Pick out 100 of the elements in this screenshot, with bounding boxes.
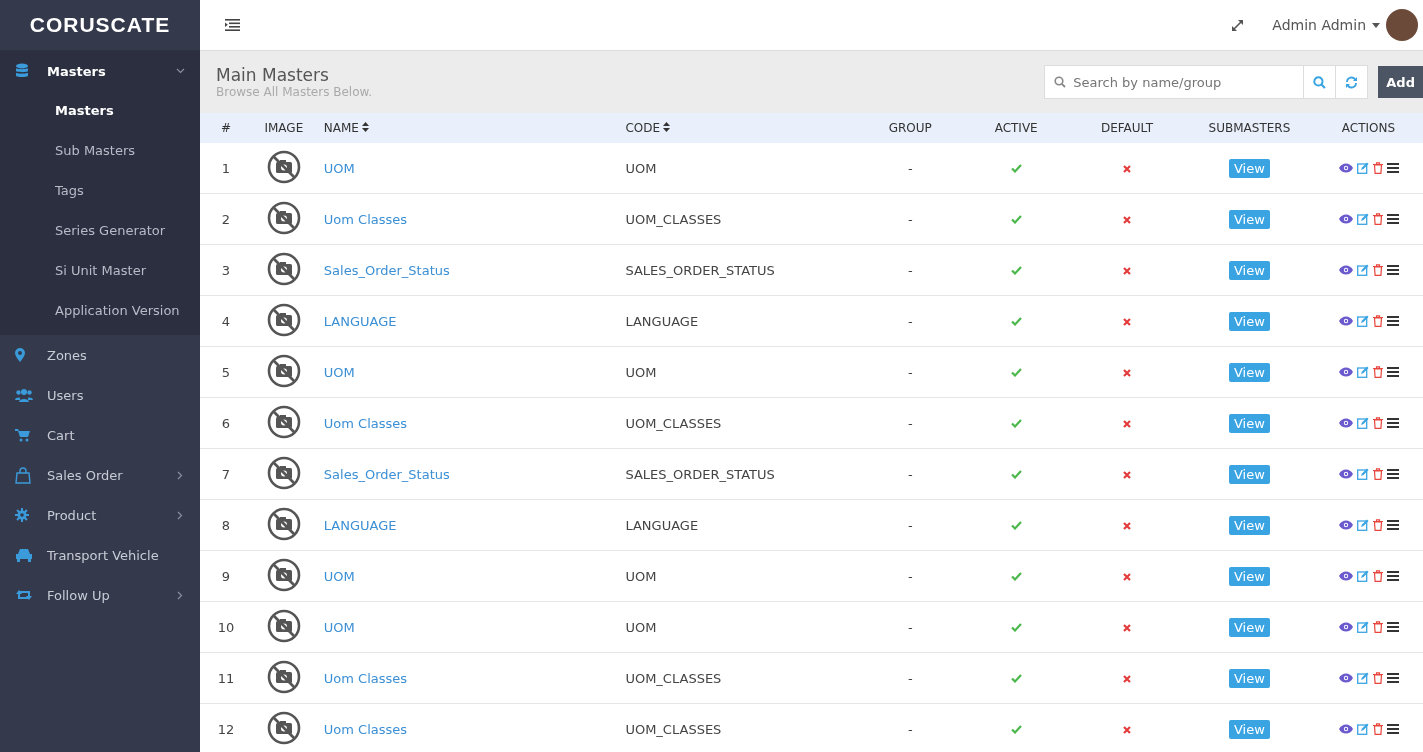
- sidebar-item[interactable]: Cart: [0, 415, 200, 455]
- edit-icon[interactable]: [1356, 570, 1369, 582]
- submenu-item[interactable]: Sub Masters: [0, 131, 200, 171]
- eye-icon[interactable]: [1338, 724, 1353, 734]
- menu-icon[interactable]: [1386, 469, 1399, 479]
- view-button[interactable]: View: [1229, 566, 1270, 586]
- view-button[interactable]: View: [1229, 158, 1270, 178]
- eye-icon[interactable]: [1338, 418, 1353, 428]
- sort-icon[interactable]: [663, 122, 671, 132]
- view-button[interactable]: View: [1229, 413, 1270, 433]
- view-button[interactable]: View: [1229, 311, 1270, 331]
- edit-icon[interactable]: [1356, 213, 1369, 225]
- view-button[interactable]: View: [1229, 719, 1270, 739]
- edit-icon[interactable]: [1356, 264, 1369, 276]
- menu-icon[interactable]: [1386, 214, 1399, 224]
- name-link[interactable]: LANGUAGE: [323, 517, 397, 533]
- eye-icon[interactable]: [1338, 469, 1353, 479]
- trash-icon[interactable]: [1372, 162, 1383, 174]
- search-field[interactable]: Search by name/group: [1044, 65, 1305, 99]
- sidebar-item[interactable]: Sales Order: [0, 455, 200, 495]
- sort-icon[interactable]: [361, 122, 369, 132]
- edit-icon[interactable]: [1356, 162, 1369, 174]
- edit-icon[interactable]: [1356, 672, 1369, 684]
- submenu-item[interactable]: Si Unit Master: [0, 251, 200, 291]
- sidebar-item[interactable]: Masters: [0, 51, 200, 91]
- submenu-item[interactable]: Series Generator: [0, 211, 200, 251]
- trash-icon[interactable]: [1372, 723, 1383, 735]
- menu-icon[interactable]: [1386, 724, 1399, 734]
- view-button[interactable]: View: [1229, 668, 1270, 688]
- trash-icon[interactable]: [1372, 570, 1383, 582]
- edit-icon[interactable]: [1356, 417, 1369, 429]
- name-link[interactable]: Uom Classes: [323, 211, 408, 227]
- eye-icon[interactable]: [1338, 571, 1353, 581]
- menu-icon[interactable]: [1386, 673, 1399, 683]
- name-link[interactable]: UOM: [323, 364, 355, 380]
- eye-icon[interactable]: [1338, 214, 1353, 224]
- name-link[interactable]: Uom Classes: [323, 670, 408, 686]
- column-header[interactable]: NAME: [323, 121, 369, 135]
- user-name[interactable]: Admin Admin: [1272, 17, 1366, 33]
- search-button[interactable]: [1304, 65, 1337, 99]
- name-link[interactable]: Uom Classes: [323, 415, 408, 431]
- name-link[interactable]: UOM: [323, 160, 355, 176]
- name-link[interactable]: Uom Classes: [323, 721, 408, 737]
- trash-icon[interactable]: [1372, 213, 1383, 225]
- caret-icon[interactable]: [1372, 22, 1380, 28]
- eye-icon[interactable]: [1338, 265, 1353, 275]
- name-link[interactable]: Sales_Order_Status: [323, 466, 450, 482]
- edit-icon[interactable]: [1356, 723, 1369, 735]
- menu-icon[interactable]: [1386, 163, 1399, 173]
- expand-icon[interactable]: [1231, 18, 1245, 32]
- name-link[interactable]: LANGUAGE: [323, 313, 397, 329]
- avatar[interactable]: [1386, 9, 1418, 41]
- sidebar-item[interactable]: Zones: [0, 335, 200, 375]
- view-button[interactable]: View: [1229, 617, 1270, 637]
- trash-icon[interactable]: [1372, 264, 1383, 276]
- sidebar-item[interactable]: Product: [0, 495, 200, 535]
- edit-icon[interactable]: [1356, 519, 1369, 531]
- menu-icon[interactable]: [1386, 265, 1399, 275]
- eye-icon[interactable]: [1338, 622, 1353, 632]
- view-button[interactable]: View: [1229, 260, 1270, 280]
- menu-toggle-icon[interactable]: [225, 19, 240, 31]
- eye-icon[interactable]: [1338, 163, 1353, 173]
- menu-icon[interactable]: [1386, 418, 1399, 428]
- edit-icon[interactable]: [1356, 315, 1369, 327]
- edit-icon[interactable]: [1356, 366, 1369, 378]
- name-link[interactable]: Sales_Order_Status: [323, 262, 450, 278]
- edit-icon[interactable]: [1356, 468, 1369, 480]
- trash-icon[interactable]: [1372, 315, 1383, 327]
- view-button[interactable]: View: [1229, 464, 1270, 484]
- edit-icon[interactable]: [1356, 621, 1369, 633]
- brand-logo[interactable]: CORUSCATE: [29, 13, 171, 37]
- eye-icon[interactable]: [1338, 316, 1353, 326]
- eye-icon[interactable]: [1338, 367, 1353, 377]
- menu-icon[interactable]: [1386, 520, 1399, 530]
- menu-icon[interactable]: [1386, 622, 1399, 632]
- column-header[interactable]: CODE: [625, 121, 671, 135]
- submenu-item[interactable]: Masters: [0, 91, 200, 131]
- view-button[interactable]: View: [1229, 362, 1270, 382]
- submenu-item[interactable]: Application Version: [0, 291, 200, 331]
- trash-icon[interactable]: [1372, 519, 1383, 531]
- add-button[interactable]: Add: [1378, 66, 1423, 98]
- sidebar-item[interactable]: Users: [0, 375, 200, 415]
- submenu-item[interactable]: Tags: [0, 171, 200, 211]
- trash-icon[interactable]: [1372, 621, 1383, 633]
- trash-icon[interactable]: [1372, 417, 1383, 429]
- eye-icon[interactable]: [1338, 673, 1353, 683]
- trash-icon[interactable]: [1372, 672, 1383, 684]
- menu-icon[interactable]: [1386, 571, 1399, 581]
- name-link[interactable]: UOM: [323, 619, 355, 635]
- refresh-button[interactable]: [1336, 65, 1369, 99]
- menu-icon[interactable]: [1386, 367, 1399, 377]
- sidebar-item[interactable]: Transport Vehicle: [0, 535, 200, 575]
- sidebar-item[interactable]: Follow Up: [0, 575, 200, 615]
- trash-icon[interactable]: [1372, 366, 1383, 378]
- view-button[interactable]: View: [1229, 515, 1270, 535]
- view-button[interactable]: View: [1229, 209, 1270, 229]
- eye-icon[interactable]: [1338, 520, 1353, 530]
- name-link[interactable]: UOM: [323, 568, 355, 584]
- trash-icon[interactable]: [1372, 468, 1383, 480]
- menu-icon[interactable]: [1386, 316, 1399, 326]
